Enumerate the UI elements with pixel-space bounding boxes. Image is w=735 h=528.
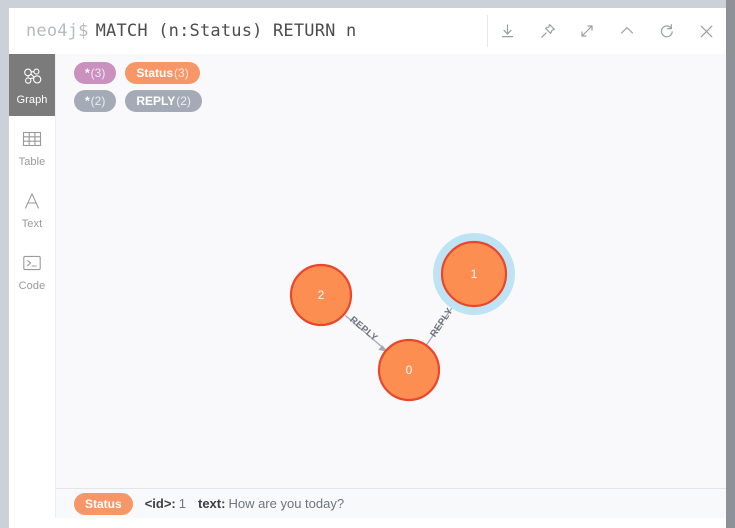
download-button[interactable] [488,8,528,54]
sidebar-item-table[interactable]: Table [9,116,55,178]
result-body: Graph Table Text Code REPLY REPLY 2 0 1 … [9,54,726,518]
text-icon [21,188,43,214]
inspector-property-key: <id>: [144,496,176,511]
graph-legend: * (3) Status (3) * (2) REPLY (2) [56,54,726,118]
view-sidebar: Graph Table Text Code [9,54,56,518]
inspector-property-value: How are you today? [228,496,345,511]
graph-node-2[interactable]: 2 [289,263,353,327]
legend-badge-all-relationships[interactable]: * (2) [74,90,117,112]
window-top-strip [0,0,735,8]
legend-badge-label: REPLY [136,94,176,108]
legend-badge-label: * [85,94,90,108]
legend-badge-count: (2) [90,94,106,108]
graph-icon [21,64,43,90]
graph-node-1[interactable]: 1 [433,233,515,315]
expand-icon [578,22,596,40]
legend-badge-all-nodes[interactable]: * (3) [74,62,117,84]
sidebar-item-text-label: Text [21,218,43,230]
refresh-button[interactable] [647,8,687,54]
graph-node-0[interactable]: 0 [377,338,441,402]
sidebar-item-graph[interactable]: Graph [9,54,55,116]
frame-toolbar [488,8,726,54]
legend-badge-label: * [85,66,90,80]
pin-icon [539,22,557,40]
inspector-property-key: text: [198,496,226,511]
sidebar-item-text[interactable]: Text [9,178,55,240]
window-left-gutter [0,8,9,528]
legend-badge-count: (3) [90,66,106,80]
legend-row-relationships: * (2) REPLY (2) [74,90,726,112]
legend-badge-label: Status [136,66,174,80]
pin-button[interactable] [528,8,568,54]
query-input[interactable]: neo4j$ MATCH (n:Status) RETURN n [9,8,487,54]
sidebar-item-code[interactable]: Code [9,240,55,302]
relationship-caption: REPLY [348,314,380,344]
relationship-reply-2-0[interactable]: REPLY [344,314,388,352]
prompt-label: neo4j$ [26,21,89,41]
download-icon [499,23,516,40]
sidebar-item-graph-label: Graph [16,94,48,106]
query-text: MATCH (n:Status) RETURN n [95,21,357,41]
close-button[interactable] [686,8,726,54]
close-icon [697,22,716,41]
graph-canvas[interactable]: REPLY REPLY 2 0 1 [56,54,726,488]
sidebar-item-table-label: Table [18,156,46,168]
node-inspector-bar: Status <id>: 1 text: How are you today? [56,488,726,518]
legend-badge-count: (3) [174,66,189,80]
collapse-button[interactable] [607,8,647,54]
sidebar-item-code-label: Code [18,280,46,292]
legend-badge-reply[interactable]: REPLY (2) [125,90,202,112]
inspector-property-text: text: How are you today? [198,496,344,511]
table-icon [21,126,43,152]
expand-button[interactable] [567,8,607,54]
legend-badge-count: (2) [176,94,191,108]
refresh-icon [658,22,676,40]
legend-row-nodes: * (3) Status (3) [74,62,726,84]
window-frame: neo4j$ MATCH (n:Status) RETURN n Graph T… [0,0,735,528]
collapse-icon [617,22,637,40]
code-icon [21,250,43,276]
query-editor-bar: neo4j$ MATCH (n:Status) RETURN n [9,8,726,54]
inspector-property-value: 1 [178,496,186,511]
window-bottom-strip [9,518,726,528]
result-frame-card: neo4j$ MATCH (n:Status) RETURN n Graph T… [9,8,726,518]
legend-badge-status[interactable]: Status (3) [125,62,200,84]
inspector-label-badge[interactable]: Status [74,492,133,515]
inspector-property-id: <id>: 1 [145,496,186,511]
vertical-scrollbar[interactable] [726,0,735,528]
